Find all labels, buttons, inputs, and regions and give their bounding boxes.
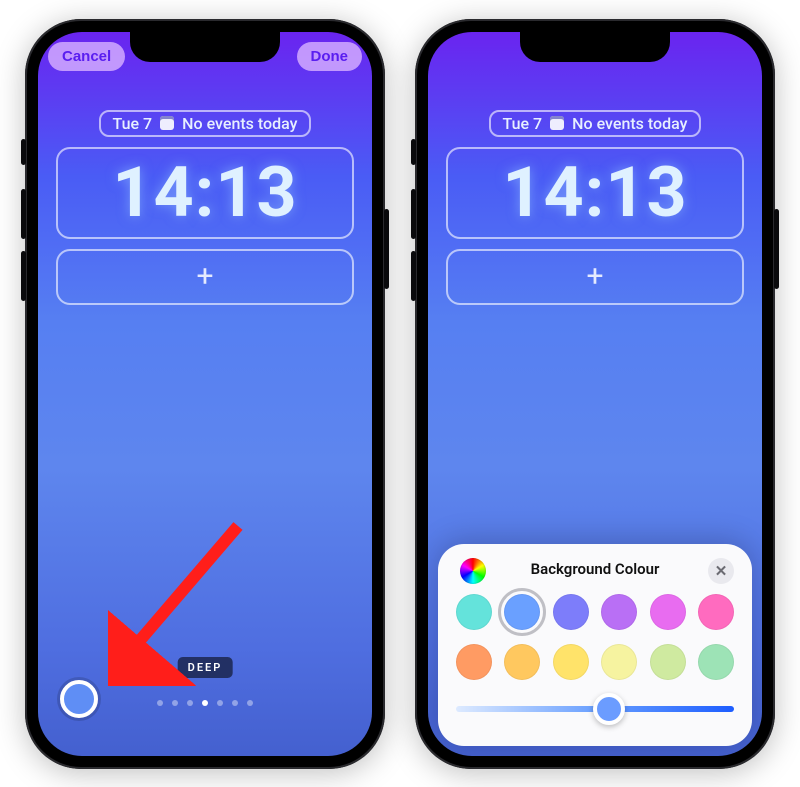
volume-down-button[interactable] — [21, 251, 26, 301]
color-swatch[interactable] — [601, 644, 637, 680]
time-widget[interactable]: 14:13 — [446, 147, 744, 239]
page-dot[interactable] — [172, 700, 178, 706]
color-swatch[interactable] — [553, 594, 589, 630]
date-events: No events today — [182, 114, 297, 133]
cancel-button[interactable]: Cancel — [48, 42, 125, 71]
page-indicator[interactable] — [157, 700, 253, 706]
phone-right: Tue 7 No events today 14:13 + Background… — [415, 19, 775, 769]
swatch-row-2 — [456, 644, 734, 680]
volume-up-button[interactable] — [411, 189, 416, 239]
slider-thumb[interactable] — [593, 693, 625, 725]
close-icon: ✕ — [715, 562, 728, 580]
volume-up-button[interactable] — [21, 189, 26, 239]
saturation-slider[interactable] — [456, 694, 734, 724]
plus-icon: + — [196, 259, 213, 294]
page-dot[interactable] — [247, 700, 253, 706]
time-widget[interactable]: 14:13 — [56, 147, 354, 239]
page-dot[interactable] — [157, 700, 163, 706]
plus-icon: + — [586, 259, 603, 294]
clock-time: 14:13 — [502, 152, 687, 234]
color-swatch[interactable] — [698, 644, 734, 680]
sheet-title: Background Colour — [531, 560, 660, 578]
color-swatch[interactable] — [698, 594, 734, 630]
page-dot[interactable] — [202, 700, 208, 706]
lock-screen-editor: Tue 7 No events today 14:13 + Background… — [428, 32, 762, 756]
background-color-sheet: Background Colour ✕ — [438, 544, 752, 746]
color-swatch[interactable] — [456, 594, 492, 630]
color-swatch[interactable] — [650, 594, 686, 630]
date-events: No events today — [572, 114, 687, 133]
volume-down-button[interactable] — [411, 251, 416, 301]
power-button[interactable] — [774, 209, 779, 289]
color-swatch[interactable] — [504, 594, 540, 630]
notch — [520, 32, 670, 62]
phone-left: Cancel Done Tue 7 No events today 14:13 … — [25, 19, 385, 769]
date-day: Tue 7 — [113, 114, 153, 133]
color-swatch[interactable] — [504, 644, 540, 680]
mute-switch[interactable] — [21, 139, 26, 165]
color-swatch[interactable] — [553, 644, 589, 680]
page-dot[interactable] — [187, 700, 193, 706]
add-widget-box[interactable]: + — [446, 249, 744, 305]
page-dot[interactable] — [217, 700, 223, 706]
swatch-row-1 — [456, 594, 734, 630]
mute-switch[interactable] — [411, 139, 416, 165]
done-button[interactable]: Done — [297, 42, 363, 71]
close-button[interactable]: ✕ — [708, 558, 734, 584]
power-button[interactable] — [384, 209, 389, 289]
page-dot[interactable] — [232, 700, 238, 706]
notch — [130, 32, 280, 62]
lock-screen-editor: Cancel Done Tue 7 No events today 14:13 … — [38, 32, 372, 756]
date-events-widget[interactable]: Tue 7 No events today — [99, 110, 312, 137]
color-wheel-button[interactable] — [460, 558, 486, 584]
date-day: Tue 7 — [503, 114, 543, 133]
clock-time: 14:13 — [112, 152, 297, 234]
color-swatch[interactable] — [601, 594, 637, 630]
color-swatch[interactable] — [650, 644, 686, 680]
date-events-widget[interactable]: Tue 7 No events today — [489, 110, 702, 137]
background-color-button[interactable] — [60, 680, 98, 718]
add-widget-box[interactable]: + — [56, 249, 354, 305]
effect-label: DEEP — [178, 657, 233, 678]
calendar-icon — [550, 116, 564, 130]
color-swatch[interactable] — [456, 644, 492, 680]
calendar-icon — [160, 116, 174, 130]
